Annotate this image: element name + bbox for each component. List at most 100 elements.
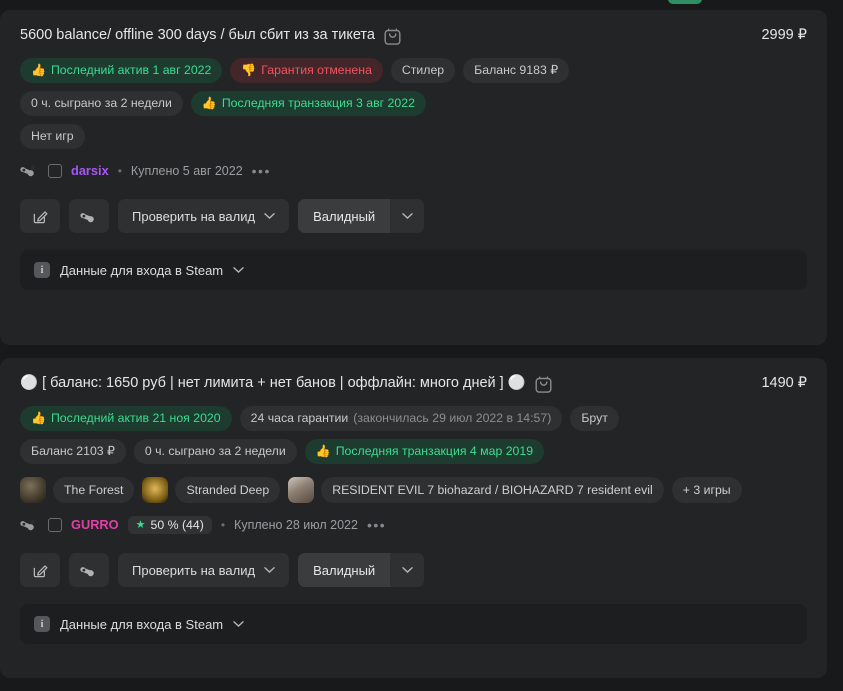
chevron-down-icon <box>401 567 413 573</box>
chevron-down-icon[interactable] <box>233 620 244 628</box>
games-more-button[interactable]: + 3 игры <box>671 477 742 503</box>
chevron-down-icon <box>264 567 275 573</box>
seller-row: darsix • Куплено 5 авг 2022 ••• <box>20 161 807 180</box>
game-name[interactable]: RESIDENT EVIL 7 biohazard / BIOHAZARD 7 … <box>321 477 664 503</box>
chevron-down-icon <box>401 213 413 219</box>
select-checkbox[interactable] <box>48 163 62 178</box>
edit-button[interactable] <box>20 199 60 233</box>
badge-label: 0 ч. сыграно за 2 недели <box>31 96 172 111</box>
check-valid-button[interactable]: Проверить на валид <box>118 553 290 587</box>
game-thumbnail <box>142 477 169 503</box>
steam-logo-icon <box>79 211 95 222</box>
badge-label: Гарантия отменена <box>261 63 372 78</box>
more-options-icon[interactable]: ••• <box>252 163 271 179</box>
seller-name[interactable]: darsix <box>71 163 109 178</box>
info-icon: i <box>34 616 50 632</box>
check-valid-label: Проверить на валид <box>132 562 256 578</box>
more-options-icon[interactable]: ••• <box>367 517 386 533</box>
badge-last-active: 👍 Последний актив 1 авг 2022 <box>20 58 223 83</box>
card-title[interactable]: ⚪ [ баланс: 1650 руб | нет лимита + нет … <box>20 374 526 393</box>
info-icon: i <box>34 262 50 278</box>
card-title[interactable]: 5600 balance/ offline 300 days / был сби… <box>20 26 375 45</box>
purchase-date: Куплено 5 авг 2022 <box>130 163 243 178</box>
badge-guarantee-cancelled: 👎 Гарантия отменена <box>230 58 383 83</box>
badges-row-1: 👍 Последний актив 21 ноя 2020 24 часа га… <box>20 406 660 431</box>
game-item[interactable]: The Forest <box>20 477 135 503</box>
shopping-bag-icon[interactable] <box>535 374 552 393</box>
steam-logo-icon <box>79 565 95 576</box>
badge-last-active: 👍 Последний актив 21 ноя 2020 <box>20 406 232 431</box>
star-icon: ★ <box>135 519 146 531</box>
steam-logo-icon <box>20 519 35 531</box>
rating-value: 50 % (44) <box>150 517 204 532</box>
badge-guarantee: 24 часа гарантии (закончилась 29 июл 202… <box>239 406 563 431</box>
badge-label: Нет игр <box>31 129 74 144</box>
card-header: 5600 balance/ offline 300 days / был сби… <box>20 26 807 45</box>
seller-name[interactable]: GURRO <box>71 517 119 532</box>
badge-label: Брут <box>581 411 608 426</box>
badges-row-2: Баланс 2103 ₽ 0 ч. сыграно за 2 недели 👍… <box>20 439 660 464</box>
thumbs-up-icon: 👍 <box>31 62 46 77</box>
badge-stealer: Стилер <box>390 58 456 83</box>
badges-row-1: 👍 Последний актив 1 авг 2022 👎 Гарантия … <box>20 58 660 83</box>
badges-row-2: 0 ч. сыграно за 2 недели 👍 Последняя тра… <box>20 91 660 116</box>
game-name[interactable]: Stranded Deep <box>175 477 281 503</box>
badge-label: Баланс 9183 ₽ <box>474 63 559 78</box>
steam-logo-icon <box>20 165 35 177</box>
seller-rating: ★ 50 % (44) <box>127 515 212 534</box>
previous-card-peek <box>668 0 702 4</box>
game-item[interactable]: Stranded Deep <box>142 477 281 503</box>
card-header: ⚪ [ баланс: 1650 руб | нет лимита + нет … <box>20 374 807 393</box>
actions-row: Проверить на валид Валидный <box>20 199 807 233</box>
account-card[interactable]: 5600 balance/ offline 300 days / был сби… <box>0 10 827 345</box>
shopping-bag-icon[interactable] <box>384 26 401 45</box>
badge-label: Последний актив 1 авг 2022 <box>50 63 212 78</box>
status-split-button[interactable]: Валидный <box>298 199 425 233</box>
chevron-down-icon[interactable] <box>233 266 244 274</box>
status-split-button[interactable]: Валидный <box>298 553 425 587</box>
badge-hours-played: 0 ч. сыграно за 2 недели <box>20 91 183 116</box>
status-label[interactable]: Валидный <box>298 199 391 233</box>
check-valid-button[interactable]: Проверить на валид <box>118 199 290 233</box>
badge-label: Последняя транзакция 4 мар 2019 <box>335 444 534 459</box>
badges-row-3: Нет игр <box>20 124 660 149</box>
title-wrap: ⚪ [ баланс: 1650 руб | нет лимита + нет … <box>20 374 749 393</box>
game-item[interactable]: RESIDENT EVIL 7 biohazard / BIOHAZARD 7 … <box>288 477 664 503</box>
badge-label: Баланс 2103 ₽ <box>31 444 115 459</box>
separator: • <box>117 163 122 178</box>
seller-row: GURRO ★ 50 % (44) • Куплено 28 июл 2022 … <box>20 515 807 534</box>
account-listings-page: 5600 balance/ offline 300 days / был сби… <box>0 0 843 691</box>
account-card[interactable]: ⚪ [ баланс: 1650 руб | нет лимита + нет … <box>0 358 827 678</box>
title-wrap: 5600 balance/ offline 300 days / был сби… <box>20 26 749 45</box>
games-row: The Forest Stranded Deep RESIDENT EVIL 7… <box>20 477 807 503</box>
badge-hours-played: 0 ч. сыграно за 2 недели <box>133 439 297 464</box>
steam-action-button[interactable] <box>69 199 109 233</box>
badge-last-transaction: 👍 Последняя транзакция 3 авг 2022 <box>190 91 426 116</box>
price: 2999 ₽ <box>761 27 807 43</box>
badge-label: Последняя транзакция 3 авг 2022 <box>221 96 415 111</box>
thumbs-down-icon: 👎 <box>241 62 257 77</box>
price: 1490 ₽ <box>761 375 807 391</box>
steam-login-data-panel[interactable]: i Данные для входа в Steam <box>20 604 807 644</box>
badge-no-games: Нет игр <box>20 124 85 149</box>
edit-button[interactable] <box>20 553 60 587</box>
badge-label: 24 часа гарантии <box>250 411 349 426</box>
edit-pencil-icon <box>33 564 47 577</box>
chevron-down-icon <box>264 213 275 219</box>
separator: • <box>220 517 226 532</box>
badge-balance: Баланс 2103 ₽ <box>20 439 126 464</box>
badge-label: Стилер <box>401 63 445 78</box>
game-name[interactable]: The Forest <box>53 477 135 503</box>
game-thumbnail <box>288 477 315 503</box>
edit-pencil-icon <box>33 210 47 223</box>
steam-login-data-panel[interactable]: i Данные для входа в Steam <box>20 250 807 290</box>
status-label[interactable]: Валидный <box>298 553 391 587</box>
status-dropdown-toggle[interactable] <box>390 199 425 233</box>
steam-login-data-label: Данные для входа в Steam <box>60 616 224 632</box>
purchase-date: Куплено 28 июл 2022 <box>234 517 358 532</box>
status-dropdown-toggle[interactable] <box>390 553 425 587</box>
badge-label: Последний актив 21 ноя 2020 <box>50 411 221 426</box>
badge-brut: Брут <box>570 406 619 431</box>
select-checkbox[interactable] <box>48 517 62 532</box>
steam-action-button[interactable] <box>69 553 109 587</box>
